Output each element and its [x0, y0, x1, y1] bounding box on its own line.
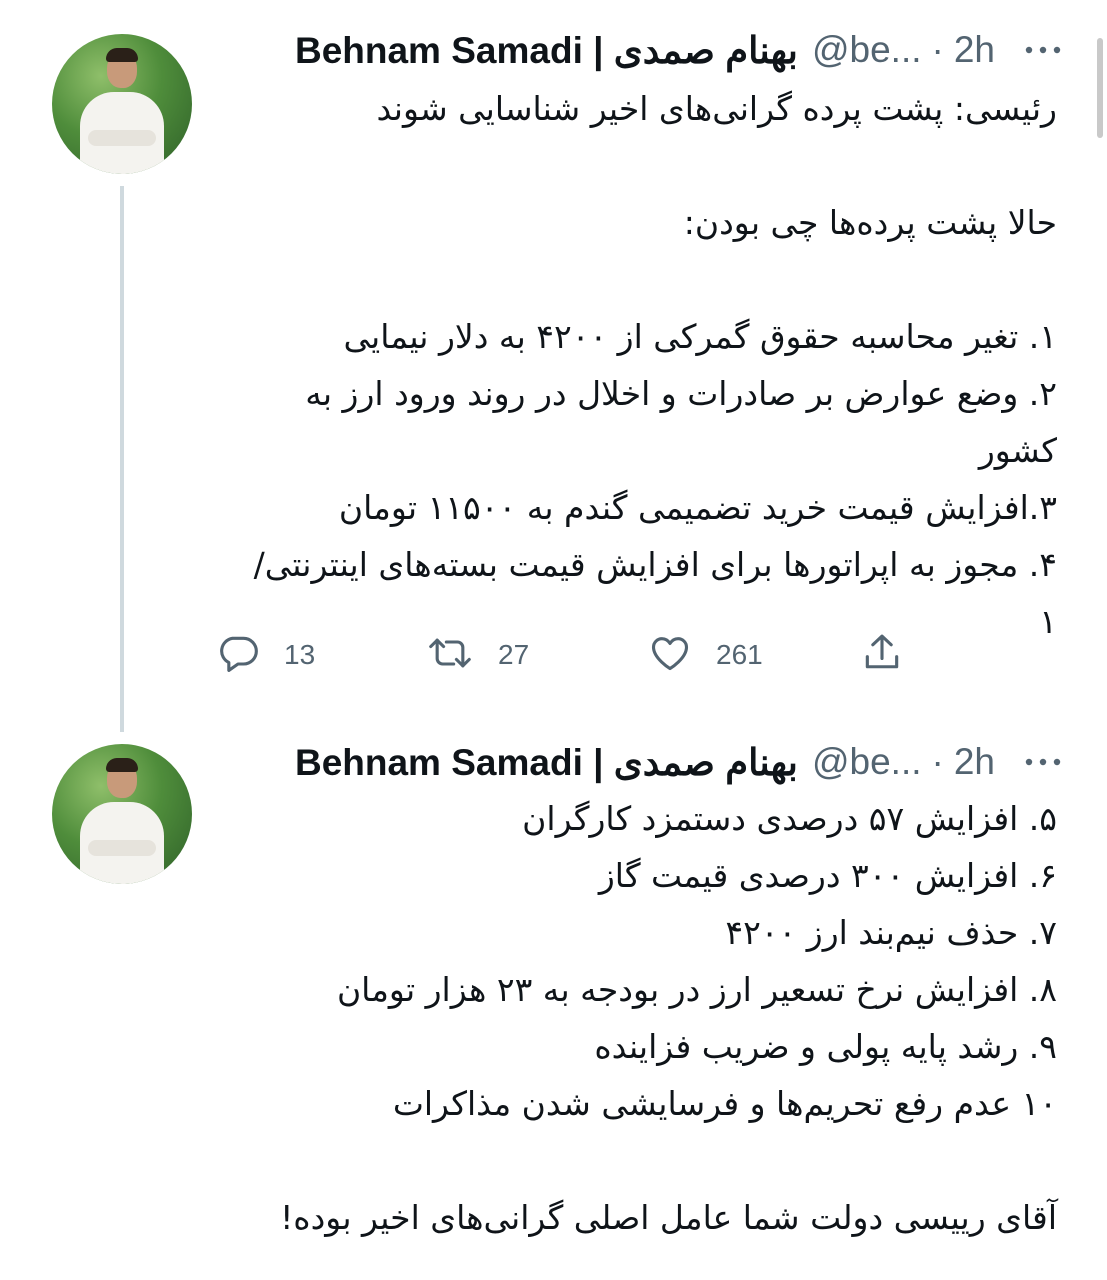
tweet-text: رئیسی: پشت پرده گرانی‌های اخیر شناسایی ش…	[253, 89, 1057, 641]
share-icon	[860, 631, 904, 679]
retweet-icon	[426, 631, 474, 679]
share-button[interactable]	[860, 632, 904, 678]
author-name[interactable]: Behnam Samadi | بهنام صمدی	[295, 29, 798, 72]
tweet[interactable]: Behnam Samadi | بهنام صمدی @be... · 2h ۵…	[0, 718, 1107, 1280]
reply-icon	[216, 631, 260, 679]
reply-button[interactable]: 13	[216, 632, 315, 678]
tweet-timestamp[interactable]: 2h	[954, 741, 995, 783]
like-button[interactable]: 261	[648, 632, 763, 678]
avatar[interactable]	[52, 744, 192, 884]
thread-line	[120, 186, 124, 732]
separator-dot: ·	[931, 741, 944, 782]
tweet-timestamp[interactable]: 2h	[954, 29, 995, 71]
retweet-button[interactable]: 27	[426, 632, 529, 678]
heart-icon	[648, 631, 692, 679]
author-handle[interactable]: @be...	[812, 741, 922, 783]
tweet[interactable]: Behnam Samadi | بهنام صمدی @be... · 2h ر…	[0, 0, 1107, 740]
author-name[interactable]: Behnam Samadi | بهنام صمدی	[295, 741, 798, 784]
reply-count: 13	[284, 639, 316, 670]
retweet-count: 27	[498, 639, 530, 670]
tweet-actions: 13 27 261	[212, 632, 912, 682]
avatar[interactable]	[52, 34, 192, 174]
tweet-header: Behnam Samadi | بهنام صمدی @be... · 2h	[295, 736, 1063, 788]
more-horizontal-icon[interactable]	[1023, 44, 1063, 56]
like-count: 261	[716, 639, 763, 670]
tweet-text: ۵. افزایش ۵۷ درصدی دستمزد کارگران ۶. افز…	[280, 799, 1057, 1237]
more-horizontal-icon[interactable]	[1023, 756, 1063, 768]
tweet-header: Behnam Samadi | بهنام صمدی @be... · 2h	[295, 24, 1063, 76]
author-handle[interactable]: @be...	[812, 29, 922, 71]
separator-dot: ·	[931, 29, 944, 70]
